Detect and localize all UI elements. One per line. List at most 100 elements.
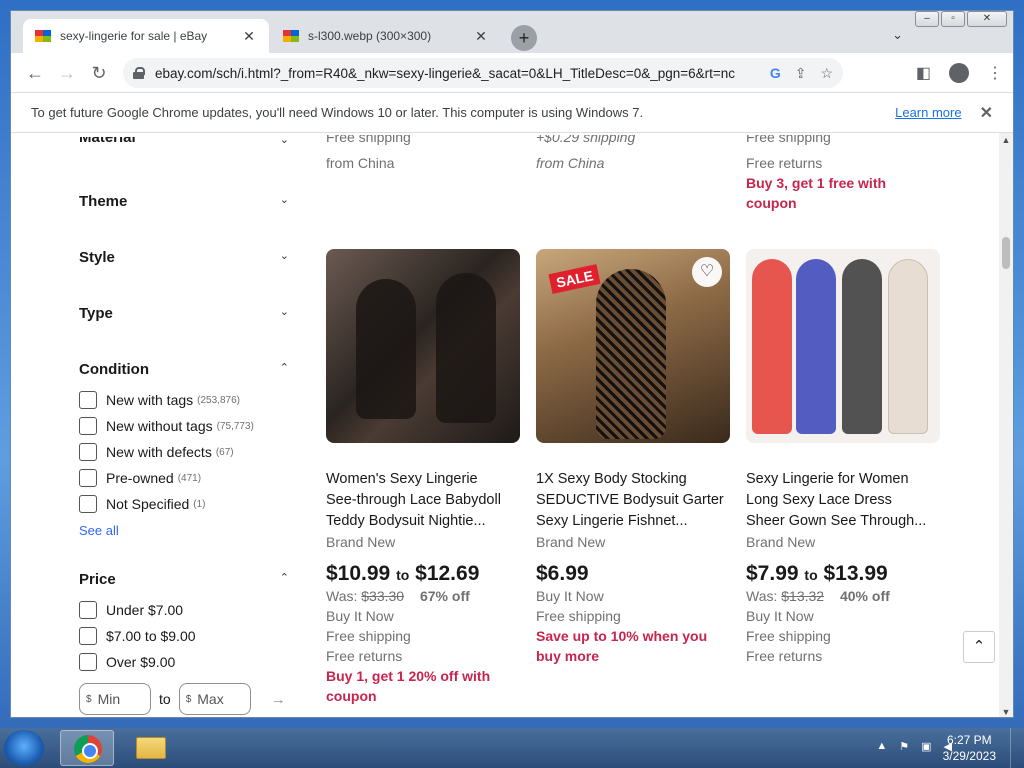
page-viewport: Material ⌄ Theme ⌄ Style ⌄ Type ⌄ Condit… [11,133,1001,717]
shipping-text: Free shipping [536,608,621,624]
price-low: $7.99 [746,562,799,585]
facet-price[interactable]: Price ⌃ [79,571,289,588]
facet-material[interactable]: Material ⌄ [79,137,289,151]
system-tray: ▲ ⚑ ▣ ◀ [876,740,952,753]
url-text[interactable]: ebay.com/sch/i.html?_from=R40&_nkw=sexy-… [155,66,770,81]
facet-theme[interactable]: Theme ⌄ [79,193,289,210]
facet-type[interactable]: Type ⌄ [79,305,289,322]
tab-title: sexy-lingerie for sale | eBay [60,29,208,43]
new-tab-button[interactable]: + [511,25,537,51]
was-price: Was: $33.30 67% off [326,586,526,606]
scroll-down-arrow-icon[interactable]: ▼ [999,707,1013,717]
facet-condition[interactable]: Condition ⌃ [79,361,289,378]
price-option[interactable]: $7.00 to $9.00 [79,627,196,645]
condition-option[interactable]: Pre-owned (471) [79,469,201,487]
option-label: Not Specified [106,496,190,512]
scroll-up-arrow-icon[interactable]: ▲ [999,135,1013,145]
close-window-button[interactable]: ✕ [967,11,1007,27]
taskbar-explorer[interactable] [124,730,178,766]
bookmark-star-icon[interactable]: ☆ [820,65,833,82]
condition-option[interactable]: Not Specified (1) [79,495,206,513]
product-image[interactable] [746,249,940,443]
was-label: Was: [746,588,778,604]
tab-close-icon[interactable]: ✕ [241,28,257,45]
forward-arrow-icon[interactable]: → [55,61,79,85]
menu-kebab-icon[interactable]: ⋮ [987,63,1003,83]
max-placeholder: Max [197,691,224,707]
see-all-link[interactable]: See all [79,523,119,538]
action-center-icon[interactable]: ⚑ [899,740,909,753]
back-arrow-icon[interactable]: ← [23,61,47,85]
origin-text: from China [326,155,395,171]
condition-option[interactable]: New with tags (253,876) [79,391,240,409]
buy-it-now-text: Buy It Now [536,588,604,604]
tab-image[interactable]: s-l300.webp (300×300) ✕ [271,19,501,53]
lock-icon[interactable] [133,67,145,79]
option-label: Under $7.00 [106,602,184,618]
checkbox[interactable] [79,469,97,487]
vertical-scrollbar[interactable]: ▲ ▼ [999,133,1013,717]
price-option[interactable]: Under $7.00 [79,601,183,619]
tab-close-icon[interactable]: ✕ [473,28,489,45]
checkbox[interactable] [79,627,97,645]
product-card[interactable]: Sexy Lingerie for Women Long Sexy Lace D… [746,249,946,666]
price-low: $10.99 [326,562,391,585]
product-title[interactable]: 1X Sexy Body Stocking SEDUCTIVE Bodysuit… [536,469,736,532]
tab-ebay-search[interactable]: sexy-lingerie for sale | eBay ✕ [23,19,269,53]
product-card[interactable]: SALE ♡ 1X Sexy Body Stocking SEDUCTIVE B… [536,249,736,666]
back-to-top-button[interactable]: ⌃ [963,631,995,663]
checkbox[interactable] [79,417,97,435]
product-card[interactable]: Women's Sexy Lingerie See-through Lace B… [326,249,526,706]
shipping-text: Free shipping [326,628,411,644]
promo-text: buy more [536,648,600,664]
checkbox[interactable] [79,443,97,461]
start-button[interactable] [4,730,44,766]
minimize-button[interactable]: – [915,11,939,27]
google-translate-icon[interactable]: G [770,65,781,82]
reload-icon[interactable]: ↻ [87,61,111,85]
profile-avatar-icon[interactable] [949,63,969,83]
product-price: $6.99 [536,562,589,585]
chevron-down-icon: ⌄ [279,137,289,146]
checkbox[interactable] [79,601,97,619]
option-label: New with tags [106,392,194,408]
network-icon[interactable]: ▣ [921,740,931,753]
title-line: Women's Sexy Lingerie [326,471,478,487]
min-price-input[interactable]: $ Min [79,683,151,715]
taskbar-clock[interactable]: 6:27 PM 3/29/2023 [943,732,996,764]
facet-style[interactable]: Style ⌄ [79,249,289,266]
tab-strip: sexy-lingerie for sale | eBay ✕ s-l300.w… [11,11,1013,53]
infobar-close-icon[interactable]: ✕ [980,103,993,123]
heart-icon[interactable]: ♡ [692,257,722,287]
browser-toolbar: ← → ↻ ebay.com/sch/i.html?_from=R40&_nkw… [11,53,1013,93]
submit-arrow-icon[interactable]: → [271,691,286,708]
tab-search-chevron-icon[interactable]: ⌄ [892,27,903,43]
was-value: $33.30 [361,588,405,604]
checkbox[interactable] [79,391,97,409]
option-count: (75,773) [216,420,254,432]
side-panel-icon[interactable]: ◧ [916,63,931,83]
returns-text: Free returns [746,648,823,664]
checkbox[interactable] [79,653,97,671]
learn-more-link[interactable]: Learn more [895,105,961,120]
condition-option[interactable]: New without tags (75,773) [79,417,254,435]
tab-title: s-l300.webp (300×300) [308,29,432,43]
scrollbar-thumb[interactable] [1002,237,1010,269]
max-price-input[interactable]: $ Max [178,683,251,715]
show-desktop-button[interactable] [1010,728,1024,768]
chrome-icon [74,735,102,763]
tray-expand-icon[interactable]: ▲ [876,740,887,753]
checkbox[interactable] [79,495,97,513]
product-title[interactable]: Sexy Lingerie for Women Long Sexy Lace D… [746,469,946,532]
address-bar[interactable]: ebay.com/sch/i.html?_from=R40&_nkw=sexy-… [123,58,843,88]
product-title[interactable]: Women's Sexy Lingerie See-through Lace B… [326,469,526,532]
product-image[interactable] [326,249,520,443]
product-image[interactable]: SALE ♡ [536,249,730,443]
promo-text: Buy 3, get 1 free with [746,175,887,191]
facet-label: Theme [79,193,128,210]
maximize-button[interactable]: ▫ [941,11,965,27]
taskbar-chrome[interactable] [60,730,114,766]
condition-option[interactable]: New with defects (67) [79,443,234,461]
price-option[interactable]: Over $9.00 [79,653,175,671]
share-icon[interactable]: ⇪ [795,65,807,82]
